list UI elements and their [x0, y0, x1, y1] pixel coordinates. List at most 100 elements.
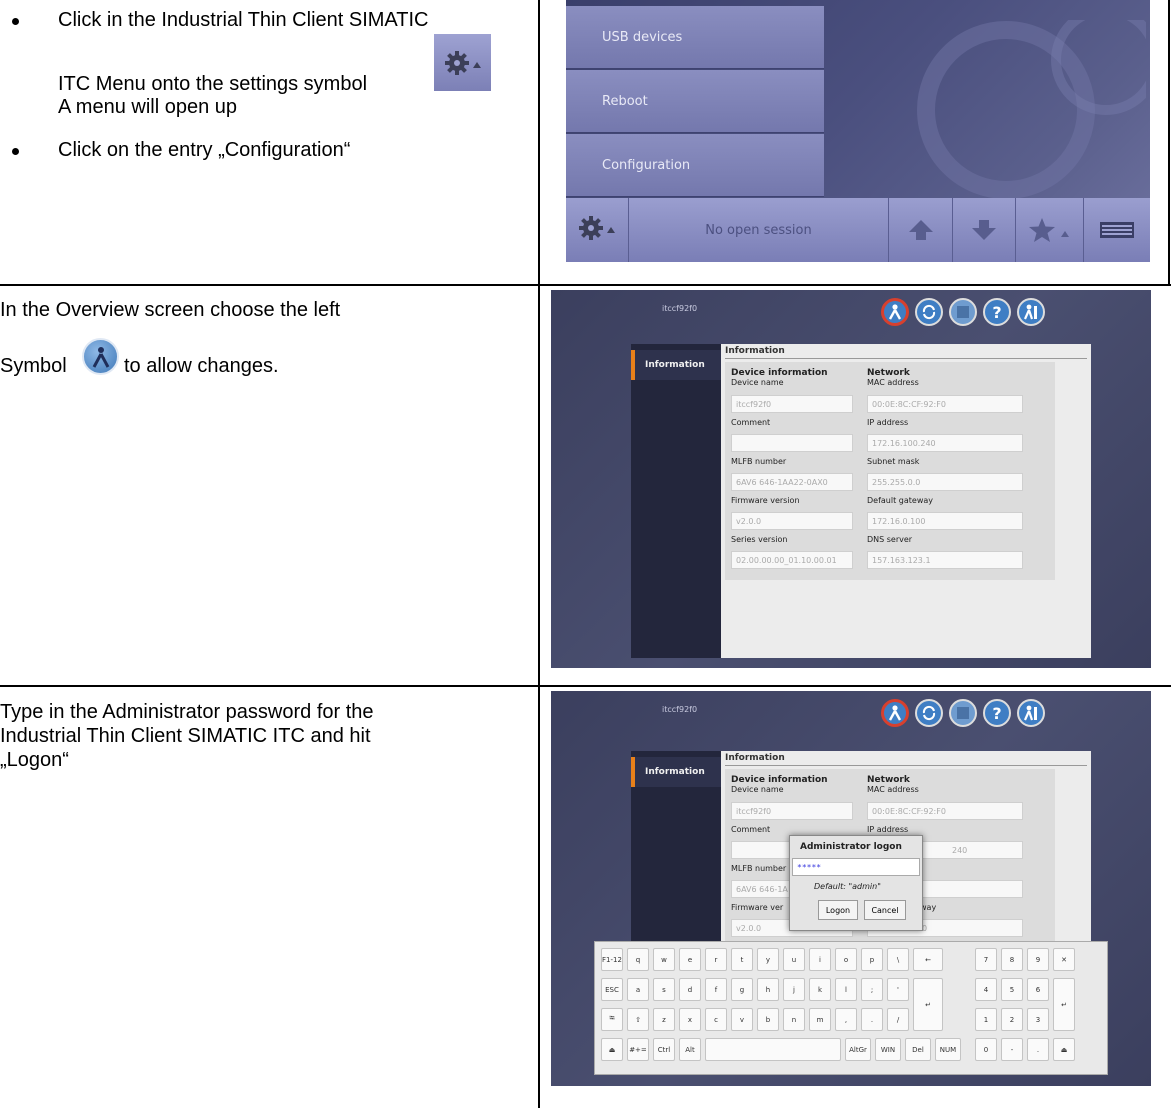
instruction-line: ITC Menu onto the settings symbol: [58, 73, 368, 95]
key[interactable]: ↵: [1053, 978, 1075, 1031]
favorites-button[interactable]: [1016, 198, 1084, 262]
menu-item-reboot[interactable]: Reboot: [566, 70, 824, 133]
key[interactable]: y: [757, 948, 779, 971]
key[interactable]: l: [835, 978, 857, 1001]
refresh-icon[interactable]: [915, 298, 943, 326]
key[interactable]: Ctrl: [653, 1038, 675, 1061]
key[interactable]: 3: [1027, 1008, 1049, 1031]
key[interactable]: ✕: [1053, 948, 1075, 971]
key[interactable]: x: [679, 1008, 701, 1031]
field-label: Comment: [731, 825, 771, 834]
key[interactable]: ,: [835, 1008, 857, 1031]
key[interactable]: .: [861, 1008, 883, 1031]
key[interactable]: ': [887, 978, 909, 1001]
key[interactable]: u: [783, 948, 805, 971]
key[interactable]: 9: [1027, 948, 1049, 971]
instruction-line: Type in the Administrator password for t…: [0, 701, 374, 723]
key[interactable]: k: [809, 978, 831, 1001]
field-label: Default gateway: [867, 496, 933, 505]
key[interactable]: t: [731, 948, 753, 971]
key[interactable]: w: [653, 948, 675, 971]
key[interactable]: d: [679, 978, 701, 1001]
menu-item-configuration[interactable]: Configuration: [566, 134, 824, 197]
key[interactable]: [705, 1038, 841, 1061]
key[interactable]: ⇧: [627, 1008, 649, 1031]
key[interactable]: o: [835, 948, 857, 971]
bullet-1: [12, 18, 19, 25]
instruction-line: In the Overview screen choose the left: [0, 299, 341, 321]
keyboard-button[interactable]: [1084, 198, 1150, 262]
divider: [725, 765, 1087, 766]
arrow-up-button[interactable]: [889, 198, 953, 262]
instruction-line: Symbol: [0, 355, 67, 377]
key[interactable]: 1: [975, 1008, 997, 1031]
key[interactable]: ↵: [913, 978, 943, 1031]
info-group: Device information Network Device name i…: [725, 362, 1055, 580]
key[interactable]: \: [887, 948, 909, 971]
key[interactable]: Alt: [679, 1038, 701, 1061]
password-input[interactable]: *****: [792, 858, 920, 876]
key[interactable]: 6: [1027, 978, 1049, 1001]
sidebar-item-information[interactable]: Information: [631, 757, 721, 787]
key[interactable]: r: [705, 948, 727, 971]
key[interactable]: a: [627, 978, 649, 1001]
key[interactable]: ⭾: [601, 1008, 623, 1031]
key[interactable]: #+=: [627, 1038, 649, 1061]
key[interactable]: AltGr: [845, 1038, 871, 1061]
exit-icon[interactable]: [1017, 298, 1045, 326]
key[interactable]: 5: [1001, 978, 1023, 1001]
key[interactable]: g: [731, 978, 753, 1001]
logon-button[interactable]: Logon: [818, 900, 858, 920]
key[interactable]: ⏏: [1053, 1038, 1075, 1061]
sidebar-item-information[interactable]: Information: [631, 350, 721, 380]
key[interactable]: f: [705, 978, 727, 1001]
field-label: MAC address: [867, 785, 919, 794]
key[interactable]: NUM: [935, 1038, 961, 1061]
mlfb-field: 6AV6 646-1AA22-0AX0: [731, 473, 853, 491]
key[interactable]: .: [1027, 1038, 1049, 1061]
key[interactable]: z: [653, 1008, 675, 1031]
refresh-icon[interactable]: [915, 699, 943, 727]
key[interactable]: ;: [861, 978, 883, 1001]
user-edit-icon[interactable]: [881, 298, 909, 326]
key[interactable]: e: [679, 948, 701, 971]
field-label: MLFB number: [731, 457, 787, 466]
key[interactable]: /: [887, 1008, 909, 1031]
key[interactable]: b: [757, 1008, 779, 1031]
save-icon[interactable]: [949, 699, 977, 727]
key[interactable]: ←: [913, 948, 943, 971]
key[interactable]: s: [653, 978, 675, 1001]
key[interactable]: 4: [975, 978, 997, 1001]
key[interactable]: 7: [975, 948, 997, 971]
key[interactable]: m: [809, 1008, 831, 1031]
key[interactable]: 2: [1001, 1008, 1023, 1031]
key[interactable]: F1-12: [601, 948, 623, 971]
key[interactable]: c: [705, 1008, 727, 1031]
key[interactable]: Del: [905, 1038, 931, 1061]
save-icon[interactable]: [949, 298, 977, 326]
menu-item-usb-devices[interactable]: USB devices: [566, 6, 824, 69]
help-icon[interactable]: ?: [983, 298, 1011, 326]
key[interactable]: n: [783, 1008, 805, 1031]
key[interactable]: ⏏: [601, 1038, 623, 1061]
key[interactable]: WIN: [875, 1038, 901, 1061]
exit-icon[interactable]: [1017, 699, 1045, 727]
key[interactable]: -: [1001, 1038, 1023, 1061]
key[interactable]: v: [731, 1008, 753, 1031]
key[interactable]: h: [757, 978, 779, 1001]
key[interactable]: j: [783, 978, 805, 1001]
field-label: Subnet mask: [867, 457, 920, 466]
session-label[interactable]: No open session: [629, 198, 889, 262]
cancel-button[interactable]: Cancel: [864, 900, 906, 920]
arrow-down-button[interactable]: [953, 198, 1016, 262]
key[interactable]: ESC: [601, 978, 623, 1001]
key[interactable]: 8: [1001, 948, 1023, 971]
key[interactable]: i: [809, 948, 831, 971]
settings-button[interactable]: [566, 198, 629, 262]
key[interactable]: q: [627, 948, 649, 971]
key[interactable]: p: [861, 948, 883, 971]
key[interactable]: 0: [975, 1038, 997, 1061]
help-icon[interactable]: ?: [983, 699, 1011, 727]
user-edit-icon[interactable]: [881, 699, 909, 727]
on-screen-keyboard: F1-12 q w e r t y u i o p \ ← ESC a s d f g h j k l; ' ⭾ ⇧ z x c v b n m…: [594, 941, 1108, 1075]
